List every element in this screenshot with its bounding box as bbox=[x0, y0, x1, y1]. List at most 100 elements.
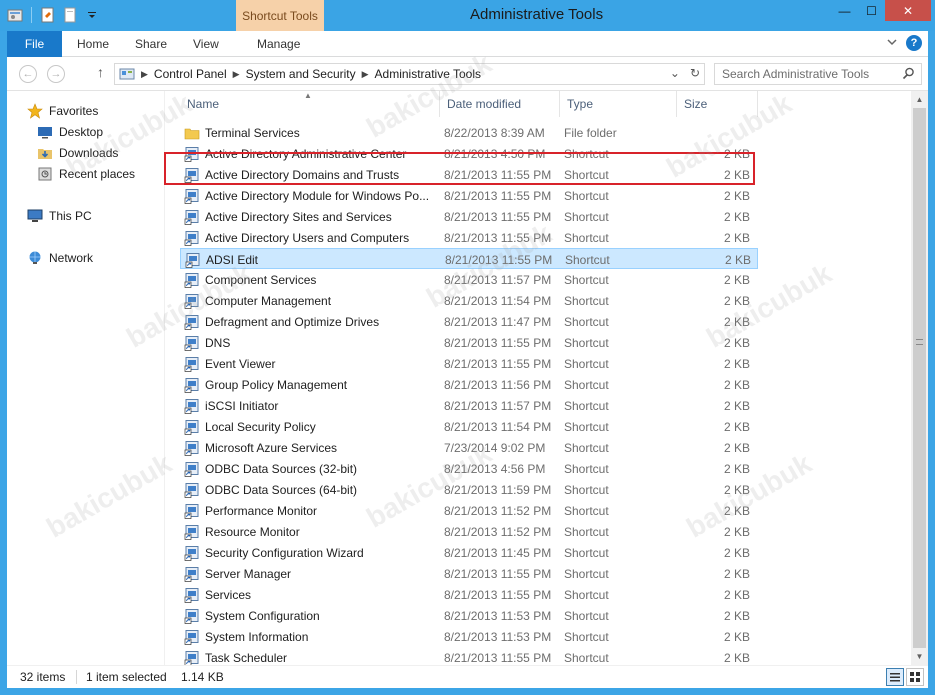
table-row[interactable]: Event Viewer 8/21/2013 11:55 PM Shortcut 2 … bbox=[180, 353, 758, 374]
table-row[interactable]: Services 8/21/2013 11:55 PM Shortcut 2 KB bbox=[180, 584, 758, 605]
file-name: System Information bbox=[205, 629, 309, 644]
address-bar[interactable]: ▶ Control Panel ▶ System and Security ▶ … bbox=[114, 63, 705, 85]
table-row[interactable]: ODBC Data Sources (64-bit) 8/21/2013 11:5… bbox=[180, 479, 758, 500]
back-button[interactable]: ← bbox=[19, 65, 37, 83]
table-row[interactable]: Defragment and Optimize Drives 8/21/2013 … bbox=[180, 311, 758, 332]
nav-downloads[interactable]: Downloads bbox=[37, 143, 118, 163]
scrollbar-grip bbox=[916, 339, 923, 345]
back-arrow-icon: ← bbox=[22, 68, 34, 80]
large-icons-view-button[interactable] bbox=[906, 668, 924, 686]
customize-qat-icon[interactable] bbox=[83, 6, 101, 24]
file-date: 8/21/2013 4:56 PM bbox=[444, 461, 546, 476]
table-row[interactable]: Computer Management 8/21/2013 11:54 PM Sho… bbox=[180, 290, 758, 311]
scrollbar-thumb[interactable] bbox=[913, 108, 926, 648]
table-row[interactable]: Security Configuration Wizard 8/21/2013 1… bbox=[180, 542, 758, 563]
help-icon[interactable]: ? bbox=[906, 35, 922, 51]
new-folder-icon[interactable] bbox=[61, 6, 79, 24]
chevron-down-icon[interactable] bbox=[886, 36, 898, 51]
nav-favorites[interactable]: Favorites bbox=[27, 101, 98, 121]
file-name-cell: System Configuration bbox=[184, 605, 444, 626]
file-size: 2 KB bbox=[723, 440, 750, 455]
minimize-icon: — bbox=[838, 3, 851, 18]
file-name: Defragment and Optimize Drives bbox=[205, 314, 380, 329]
column-header-type[interactable]: Type bbox=[560, 91, 677, 117]
control-panel-icon bbox=[119, 66, 135, 82]
refresh-icon[interactable]: ↻ bbox=[690, 66, 700, 80]
vertical-scrollbar[interactable]: ▲ ▼ bbox=[911, 91, 928, 665]
nav-network[interactable]: Network bbox=[27, 248, 93, 268]
table-row[interactable]: iSCSI Initiator 8/21/2013 11:57 PM Shortcu… bbox=[180, 395, 758, 416]
maximize-button[interactable]: ☐ bbox=[858, 0, 885, 21]
search-placeholder: Search Administrative Tools bbox=[722, 67, 870, 81]
column-header-size[interactable]: Size bbox=[677, 91, 758, 117]
table-row[interactable]: DNS 8/21/2013 11:55 PM Shortcut 2 KB bbox=[180, 332, 758, 353]
up-button[interactable]: ↑ bbox=[97, 64, 104, 80]
nav-this-pc[interactable]: This PC bbox=[27, 206, 92, 226]
up-arrow-icon: ↑ bbox=[97, 64, 104, 80]
tab-manage[interactable]: Manage bbox=[257, 37, 300, 51]
table-row[interactable]: Active Directory Users and Computers 8/21… bbox=[180, 227, 758, 248]
history-dropdown-icon[interactable]: ⌄ bbox=[670, 66, 680, 80]
file-type: Shortcut bbox=[564, 209, 609, 224]
window-controls: — ☐ ✕ bbox=[831, 0, 931, 21]
explorer-app-icon[interactable] bbox=[6, 6, 24, 24]
scroll-up-icon[interactable]: ▲ bbox=[911, 91, 928, 108]
maximize-icon: ☐ bbox=[866, 3, 877, 18]
contextual-tab-group: Shortcut Tools bbox=[236, 0, 324, 31]
tab-home[interactable]: Home bbox=[77, 37, 109, 51]
search-input[interactable]: Search Administrative Tools bbox=[714, 63, 922, 85]
table-row[interactable]: System Configuration 8/21/2013 11:53 PM Sh… bbox=[180, 605, 758, 626]
file-type: Shortcut bbox=[564, 566, 609, 581]
shortcut-icon bbox=[184, 545, 200, 561]
file-name-cell: ODBC Data Sources (32-bit) bbox=[184, 458, 444, 479]
close-button[interactable]: ✕ bbox=[885, 0, 931, 21]
table-row[interactable]: Local Security Policy 8/21/2013 11:54 PM S… bbox=[180, 416, 758, 437]
file-size: 2 KB bbox=[723, 419, 750, 434]
table-row[interactable]: Server Manager 8/21/2013 11:55 PM Shortcut… bbox=[180, 563, 758, 584]
table-row[interactable]: Active Directory Module for Windows Po..… bbox=[180, 185, 758, 206]
minimize-button[interactable]: — bbox=[831, 0, 858, 21]
shortcut-icon bbox=[184, 230, 200, 246]
table-row[interactable]: Active Directory Sites and Services 8/21/… bbox=[180, 206, 758, 227]
breadcrumb-control-panel[interactable]: Control Panel bbox=[154, 67, 227, 81]
nav-label: Downloads bbox=[59, 146, 119, 160]
breadcrumb-separator-icon[interactable]: ▶ bbox=[233, 69, 240, 80]
tab-share[interactable]: Share bbox=[135, 37, 167, 51]
file-size: 2 KB bbox=[723, 209, 750, 224]
shortcut-icon bbox=[184, 314, 200, 330]
tab-file[interactable]: File bbox=[7, 31, 62, 57]
shortcut-icon bbox=[184, 566, 200, 582]
table-row[interactable]: Performance Monitor 8/21/2013 11:52 PM Sho… bbox=[180, 500, 758, 521]
nav-recent-places[interactable]: Recent places bbox=[37, 164, 135, 184]
scroll-down-icon[interactable]: ▼ bbox=[911, 648, 928, 665]
breadcrumb-system-security[interactable]: System and Security bbox=[246, 67, 356, 81]
nav-desktop[interactable]: Desktop bbox=[37, 122, 103, 142]
table-row[interactable]: ODBC Data Sources (32-bit) 8/21/2013 4:56… bbox=[180, 458, 758, 479]
forward-button[interactable]: → bbox=[47, 65, 65, 83]
table-row[interactable]: Resource Monitor 8/21/2013 11:52 PM Shortc… bbox=[180, 521, 758, 542]
ribbon-right-controls: ? bbox=[886, 35, 922, 51]
tab-view[interactable]: View bbox=[193, 37, 219, 51]
breadcrumb-administrative-tools[interactable]: Administrative Tools bbox=[375, 67, 482, 81]
column-header-date[interactable]: Date modified bbox=[440, 91, 560, 117]
shortcut-icon bbox=[184, 503, 200, 519]
search-icon[interactable] bbox=[902, 67, 915, 80]
table-row[interactable]: System Information 8/21/2013 11:53 PM Shor… bbox=[180, 626, 758, 647]
details-view-button[interactable] bbox=[886, 668, 904, 686]
file-size: 2 KB bbox=[723, 230, 750, 245]
table-row[interactable]: Active Directory Domains and Trusts 8/21/… bbox=[180, 164, 758, 185]
breadcrumb-separator-icon[interactable]: ▶ bbox=[362, 69, 369, 80]
file-name-cell: Security Configuration Wizard bbox=[184, 542, 444, 563]
file-name-cell: Terminal Services bbox=[184, 122, 444, 143]
table-row[interactable]: Component Services 8/21/2013 11:57 PM Shor… bbox=[180, 269, 758, 290]
table-row[interactable]: Group Policy Management 8/21/2013 11:56 P… bbox=[180, 374, 758, 395]
table-row[interactable]: Terminal Services 8/22/2013 8:39 AM File f… bbox=[180, 122, 758, 143]
table-row-selected[interactable]: ADSI Edit 8/21/2013 11:55 PM Shortcut 2 KB bbox=[180, 248, 758, 269]
file-type: Shortcut bbox=[564, 587, 609, 602]
table-row[interactable]: Microsoft Azure Services 7/23/2014 9:02 P… bbox=[180, 437, 758, 458]
file-date: 8/21/2013 11:57 PM bbox=[444, 272, 552, 287]
file-size: 2 KB bbox=[723, 335, 750, 350]
file-name-cell: Active Directory Domains and Trusts bbox=[184, 164, 444, 185]
table-row[interactable]: Active Directory Administrative Center 8/… bbox=[180, 143, 758, 164]
properties-icon[interactable] bbox=[39, 6, 57, 24]
